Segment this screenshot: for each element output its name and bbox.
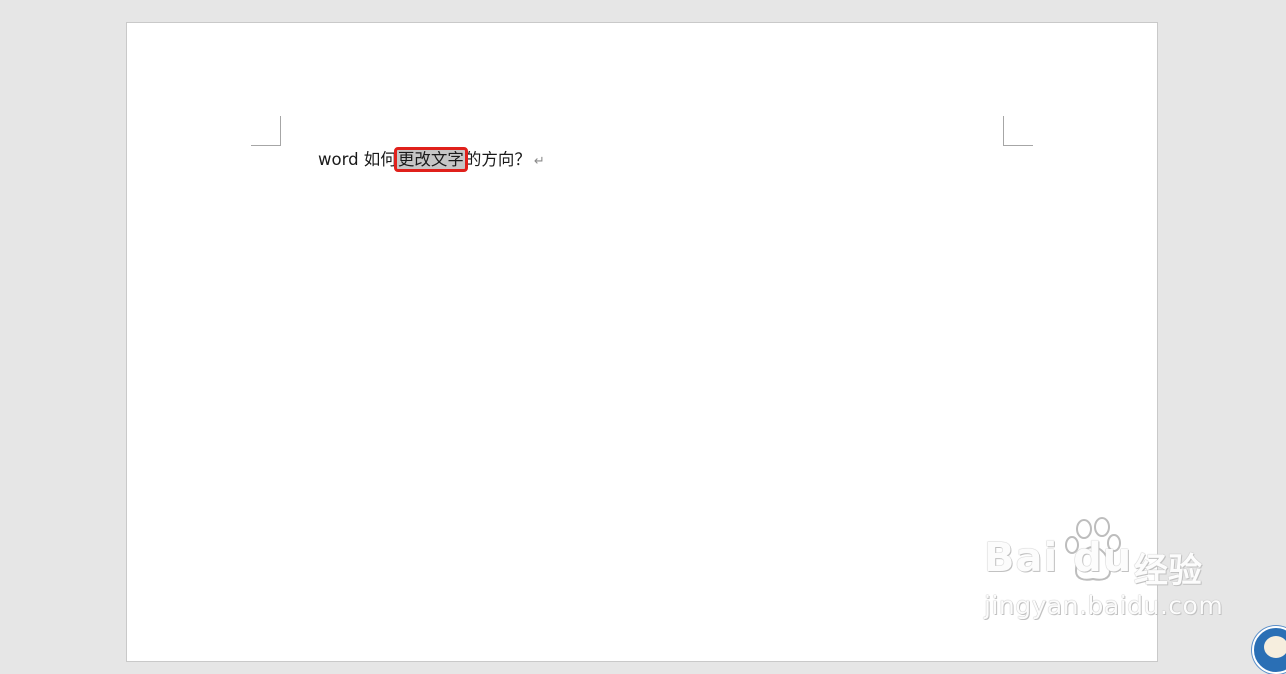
watermark-url: jingyan.baidu.com xyxy=(984,591,1224,620)
text-before-selection[interactable]: word 如何 xyxy=(318,150,397,169)
avatar[interactable] xyxy=(1252,626,1286,674)
watermark-logo-cn: 经验 xyxy=(1134,551,1202,591)
paragraph-mark-icon: ↵ xyxy=(533,154,545,169)
top-left-margin-marker xyxy=(251,116,281,146)
avatar-face-icon xyxy=(1264,636,1286,658)
document-paragraph[interactable]: word 如何更改文字的方向？ ↵ xyxy=(318,147,545,174)
top-right-margin-marker xyxy=(1003,116,1033,146)
selected-text[interactable]: 更改文字 xyxy=(393,147,468,172)
watermark-logo-text: Bai du xyxy=(984,535,1133,581)
baidu-jingyan-watermark: Bai du 经验 jingyan.baidu.com xyxy=(984,515,1224,627)
text-after-selection[interactable]: 的方向？ xyxy=(465,150,531,169)
